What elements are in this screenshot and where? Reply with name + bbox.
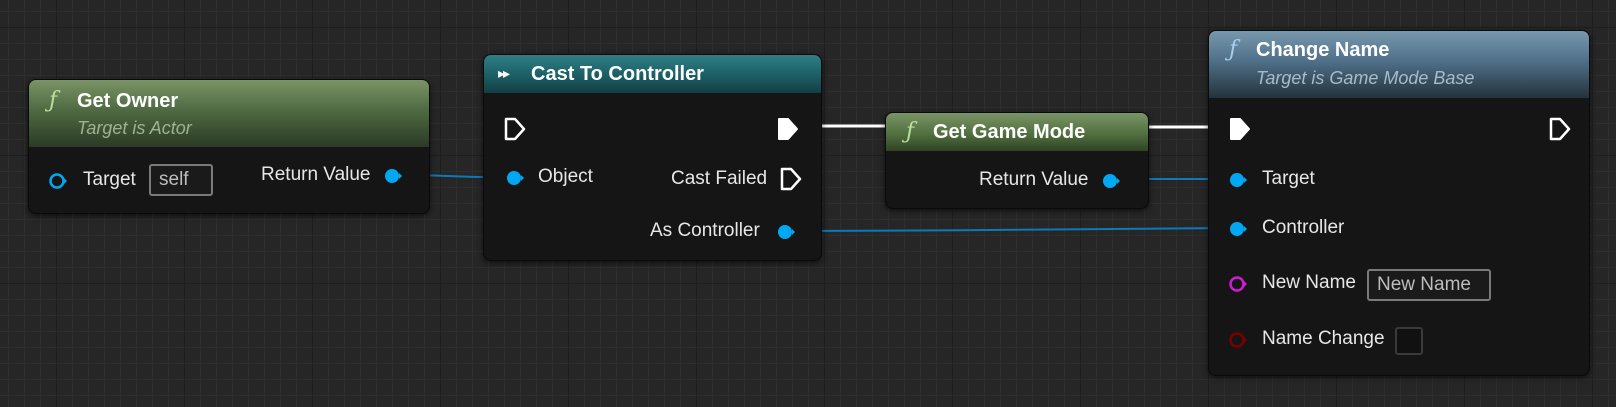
object-output-pin-icon[interactable] (777, 223, 795, 241)
new-name-input[interactable]: New Name (1367, 269, 1491, 301)
wire-controller-to-controller[interactable] (797, 227, 1231, 232)
exec-output-pin-icon[interactable] (780, 167, 802, 191)
node-title: Get Owner (77, 90, 179, 112)
node-subtitle: Target is Actor (77, 118, 192, 138)
bool-input-pin-icon[interactable] (1229, 331, 1247, 349)
object-output-pin-icon[interactable] (1102, 172, 1120, 190)
exec-output-pin-icon[interactable] (1549, 117, 1571, 141)
exec-input-pin-icon[interactable] (504, 117, 526, 141)
return-value-label: Return Value (979, 169, 1089, 190)
node-title: Cast To Controller (531, 63, 704, 85)
node-header[interactable]: ▸▸ Cast To Controller (484, 55, 821, 93)
node-change-name[interactable]: ƒ Change Name Target is Game Mode Base T… (1208, 30, 1590, 376)
node-title: Change Name (1256, 39, 1390, 61)
node-header[interactable]: ƒ Get Game Mode (886, 113, 1148, 151)
return-value-label: Return Value (261, 164, 371, 185)
node-header[interactable]: ƒ Get Owner Target is Actor (29, 80, 429, 147)
as-controller-label: As Controller (650, 220, 760, 241)
node-header[interactable]: ƒ Change Name Target is Game Mode Base (1209, 31, 1589, 98)
exec-input-pin-icon[interactable] (1229, 117, 1251, 141)
object-output-pin-icon[interactable] (384, 167, 402, 185)
target-self-input[interactable]: self (149, 164, 213, 196)
node-get-owner[interactable]: ƒ Get Owner Target is Actor Target self … (28, 79, 430, 214)
object-label: Object (538, 166, 593, 187)
node-subtitle: Target is Game Mode Base (1256, 68, 1475, 88)
function-icon: ƒ (1229, 37, 1238, 62)
target-label: Target (83, 169, 136, 190)
cast-icon: ▸▸ (498, 65, 510, 81)
function-icon: ƒ (49, 88, 58, 113)
function-icon: ƒ (906, 119, 915, 144)
object-input-pin-icon[interactable] (49, 172, 67, 190)
target-label: Target (1262, 168, 1315, 189)
object-input-pin-icon[interactable] (1229, 220, 1247, 238)
exec-output-pin-icon[interactable] (777, 117, 799, 141)
object-input-pin-icon[interactable] (1229, 171, 1247, 189)
node-title: Get Game Mode (933, 121, 1086, 143)
string-input-pin-icon[interactable] (1229, 275, 1247, 293)
controller-label: Controller (1262, 217, 1345, 238)
node-cast-to-controller[interactable]: ▸▸ Cast To Controller Object Cast Failed… (483, 54, 822, 261)
node-get-game-mode[interactable]: ƒ Get Game Mode Return Value (885, 112, 1149, 209)
new-name-label: New Name (1262, 272, 1356, 293)
name-change-checkbox[interactable] (1395, 327, 1423, 355)
object-input-pin-icon[interactable] (506, 169, 524, 187)
cast-failed-label: Cast Failed (671, 168, 768, 189)
name-change-label: Name Change (1262, 328, 1385, 349)
